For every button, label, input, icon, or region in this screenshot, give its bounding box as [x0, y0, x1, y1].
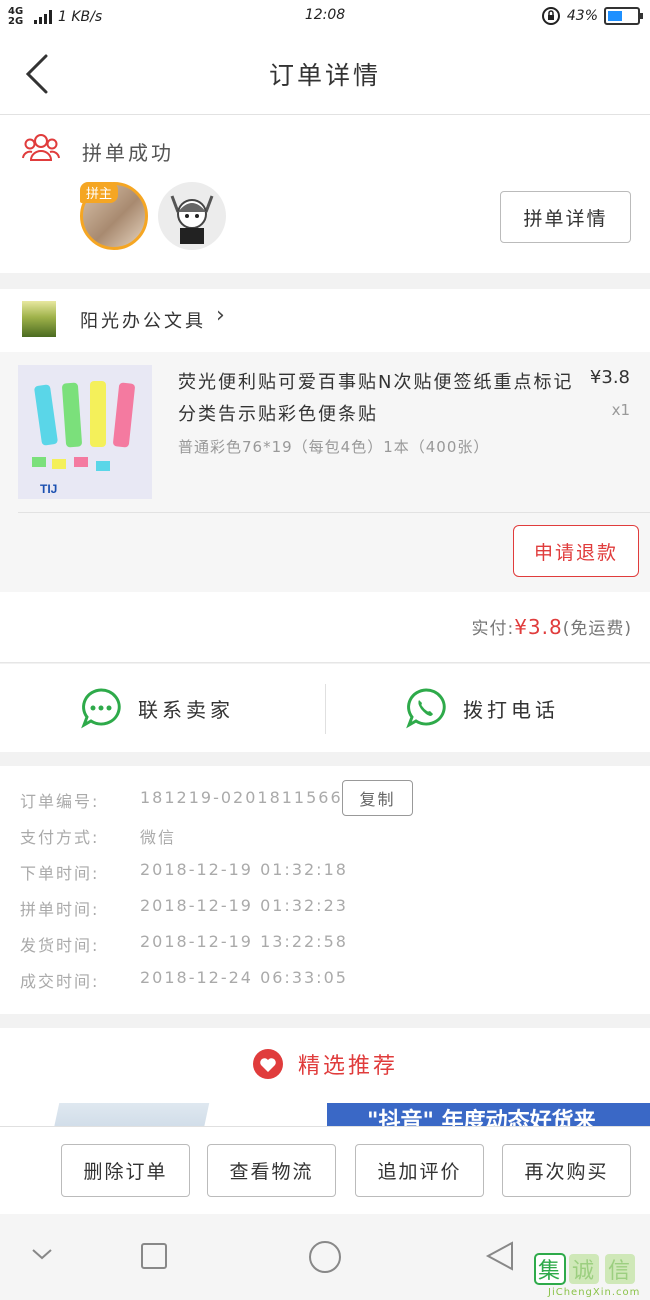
- status-bar: 4G 2G 1 KB/s 12:08 43%: [0, 0, 650, 34]
- info-key: 支付方式:: [20, 828, 100, 847]
- phone-icon: [406, 688, 446, 729]
- product-quantity: x1: [611, 401, 630, 419]
- status-right: 43%: [541, 6, 643, 26]
- product-spec: 普通彩色76*19（每包4色）1本（400张）: [178, 438, 490, 456]
- heart-icon: [252, 1049, 283, 1079]
- info-key: 订单编号:: [20, 792, 100, 811]
- group-icon: [22, 134, 60, 161]
- svg-text:信: 信: [608, 1259, 630, 1284]
- recommend-title: 精选推荐: [297, 1054, 398, 1079]
- contact-seller-button[interactable]: 联系卖家: [80, 664, 234, 752]
- home-icon[interactable]: [308, 1240, 342, 1274]
- shipping-note: (免运费): [562, 619, 632, 639]
- delete-order-button[interactable]: 删除订单: [61, 1144, 190, 1197]
- info-key: 成交时间:: [20, 972, 100, 991]
- watermark-url: JiChengXin.com: [548, 1287, 641, 1298]
- group-time-value: 2018-12-19 01:32:23: [140, 896, 348, 915]
- vertical-divider: [325, 684, 326, 734]
- order-info: 订单编号: 181219-020181156691068 复制 支付方式: 微信 下…: [0, 766, 650, 1014]
- watermark-icon: 集 诚 信: [534, 1253, 635, 1285]
- battery-percent: 43%: [566, 8, 598, 24]
- shop-logo: [22, 301, 56, 337]
- order-time-value: 2018-12-19 01:32:18: [140, 860, 348, 879]
- page-title: 订单详情: [268, 61, 381, 90]
- recommended-product-left[interactable]: [50, 1103, 210, 1128]
- product-title: 荧光便利贴可爱百事贴N次贴便签纸重点标记分类告示贴彩色便条贴: [178, 372, 574, 425]
- group-detail-button[interactable]: 拼单详情: [500, 191, 631, 243]
- add-review-button[interactable]: 追加评价: [355, 1144, 484, 1197]
- navigation-header: 订单详情: [0, 34, 650, 115]
- svg-text:TIJ: TIJ: [40, 482, 57, 496]
- ship-time-value: 2018-12-19 13:22:58: [140, 932, 348, 951]
- group-time-row: 拼单时间: 2018-12-19 01:32:23: [20, 896, 348, 920]
- call-phone-button[interactable]: 拨打电话: [405, 664, 559, 752]
- svg-text:集: 集: [538, 1259, 560, 1284]
- payment-method-value: 微信: [140, 828, 177, 847]
- svg-text:诚: 诚: [572, 1259, 594, 1284]
- paid-label: 实付:: [471, 619, 515, 639]
- watermark-logo: 集 诚 信: [533, 1252, 643, 1292]
- product-item[interactable]: TIJ 荧光便利贴可爱百事贴N次贴便签纸重点标记分类告示贴彩色便条贴 ¥3.8 …: [0, 352, 650, 592]
- info-key: 下单时间:: [20, 864, 100, 883]
- contact-section: 联系卖家 拨打电话: [0, 664, 650, 752]
- recommended-product-right[interactable]: "抖音" 年度动态好货来: [327, 1103, 650, 1128]
- copy-button[interactable]: 复制: [342, 780, 413, 816]
- recent-apps-icon[interactable]: [140, 1242, 168, 1270]
- chevron-down-icon[interactable]: [30, 1246, 54, 1262]
- deal-time-row: 成交时间: 2018-12-24 06:33:05: [20, 968, 348, 992]
- order-time-row: 下单时间: 2018-12-19 01:32:18: [20, 860, 348, 884]
- recommend-section: 精选推荐 "抖音" 年度动态好货来: [0, 1028, 650, 1128]
- chevron-right-icon: ›: [216, 303, 225, 328]
- payment-method-row: 支付方式: 微信: [20, 824, 176, 848]
- contact-seller-label: 联系卖家: [138, 697, 234, 722]
- paid-line: 实付:¥3.8(免运费): [471, 614, 632, 639]
- view-logistics-button[interactable]: 查看物流: [207, 1144, 336, 1197]
- payment-summary: 实付:¥3.8(免运费): [0, 592, 650, 663]
- back-triangle-icon[interactable]: [484, 1240, 516, 1272]
- leader-badge: 拼主: [80, 182, 119, 203]
- product-price: ¥3.8: [589, 367, 630, 388]
- product-image: TIJ: [18, 365, 152, 499]
- info-key: 发货时间:: [20, 936, 100, 955]
- group-buy-section: 拼单成功 拼主 拼单详情: [0, 115, 650, 273]
- paid-amount: ¥3.8: [514, 615, 563, 639]
- chat-bubble-icon: [81, 688, 121, 729]
- sticky-notes-image: TIJ: [18, 365, 152, 499]
- deal-time-value: 2018-12-24 06:33:05: [140, 968, 348, 987]
- refund-button[interactable]: 申请退款: [513, 525, 639, 577]
- bottom-action-bar: 删除订单 查看物流 追加评价 再次购买: [0, 1126, 650, 1215]
- recommend-header: 精选推荐: [0, 1048, 650, 1080]
- avatar-member[interactable]: [158, 182, 226, 250]
- call-phone-label: 拨打电话: [463, 697, 559, 722]
- buy-again-button[interactable]: 再次购买: [502, 1144, 631, 1197]
- shop-row[interactable]: 阳光办公文具 ›: [0, 289, 650, 352]
- battery-icon: [604, 7, 643, 25]
- shop-name: 阳光办公文具: [80, 311, 206, 332]
- anime-girl-avatar-icon: [170, 195, 214, 244]
- divider: [18, 512, 650, 513]
- group-status-label: 拼单成功: [82, 141, 174, 165]
- rotation-lock-icon: [541, 7, 560, 25]
- ship-time-row: 发货时间: 2018-12-19 13:22:58: [20, 932, 348, 956]
- info-key: 拼单时间:: [20, 900, 100, 919]
